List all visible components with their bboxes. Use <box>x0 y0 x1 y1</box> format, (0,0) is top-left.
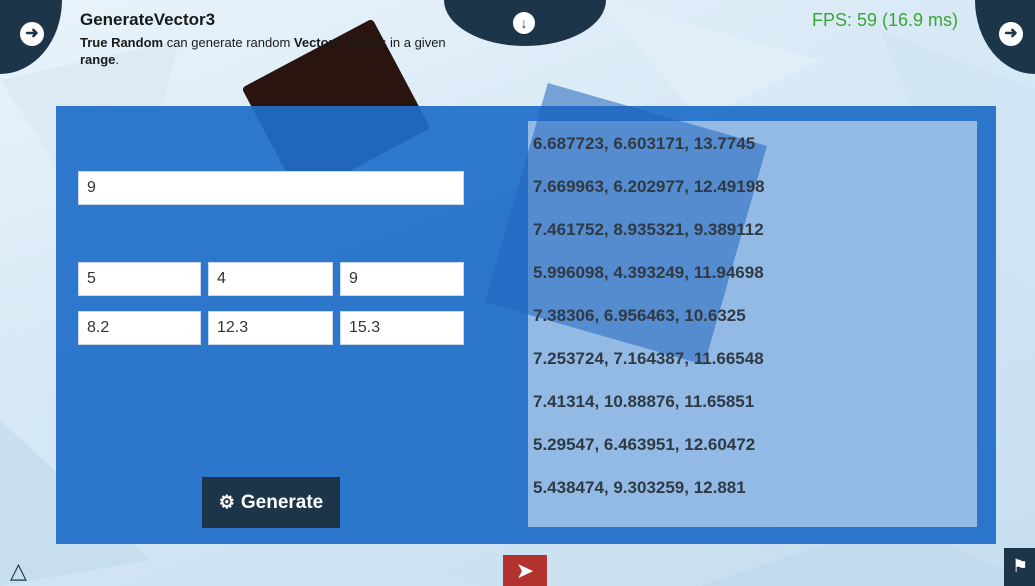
unity-logo-icon[interactable]: △ <box>10 558 38 586</box>
count-input[interactable]: 9 <box>78 171 464 205</box>
result-item: 7.38306, 6.956463, 10.6325 <box>533 306 746 325</box>
min-y-input[interactable]: 4 <box>208 262 333 296</box>
max-y-input[interactable]: 12.3 <box>208 311 333 345</box>
gear-icon: ⚙ <box>218 492 235 512</box>
generate-button[interactable]: ⚙ Generate <box>202 477 340 528</box>
page-title: GenerateVector3 <box>80 10 216 29</box>
arrow-down-circle-icon: ↓ <box>513 12 535 34</box>
result-item: 7.41314, 10.88876, 11.65851 <box>533 392 755 411</box>
result-item: 7.669963, 6.202977, 12.49198 <box>533 177 765 196</box>
result-item: 5.438474, 9.303259, 12.881 <box>533 478 746 497</box>
results-list: 6.687723, 6.603171, 13.7745 7.669963, 6.… <box>533 126 765 513</box>
page-description: True Random can generate random Vector3-… <box>80 35 446 67</box>
flag-icon: ⚑ <box>1012 556 1029 576</box>
min-x-input[interactable]: 5 <box>78 262 201 296</box>
result-item: 7.461752, 8.935321, 9.389112 <box>533 220 764 239</box>
max-x-input[interactable]: 8.2 <box>78 311 201 345</box>
result-item: 5.996098, 4.393249, 11.94698 <box>533 263 764 282</box>
result-item: 5.29547, 6.463951, 12.60472 <box>533 435 756 454</box>
exit-icon: ➤ <box>515 558 535 583</box>
fps-counter: FPS: 59 (16.9 ms) <box>812 10 959 30</box>
generate-label: Generate <box>240 491 324 513</box>
asset-store-button[interactable]: ⚑ <box>1004 548 1035 586</box>
result-item: 6.687723, 6.603171, 13.7745 <box>533 134 756 153</box>
result-item: 7.253724, 7.164387, 11.66548 <box>533 349 764 368</box>
max-z-input[interactable]: 15.3 <box>340 311 464 345</box>
exit-button[interactable]: ➤ <box>503 555 547 586</box>
min-z-input[interactable]: 9 <box>340 262 464 296</box>
header: GenerateVector3 True Random can generate… <box>80 10 450 68</box>
arrow-right-circle-icon: ➜ <box>999 22 1023 46</box>
arrow-left-circle-icon: ➜ <box>20 22 44 46</box>
